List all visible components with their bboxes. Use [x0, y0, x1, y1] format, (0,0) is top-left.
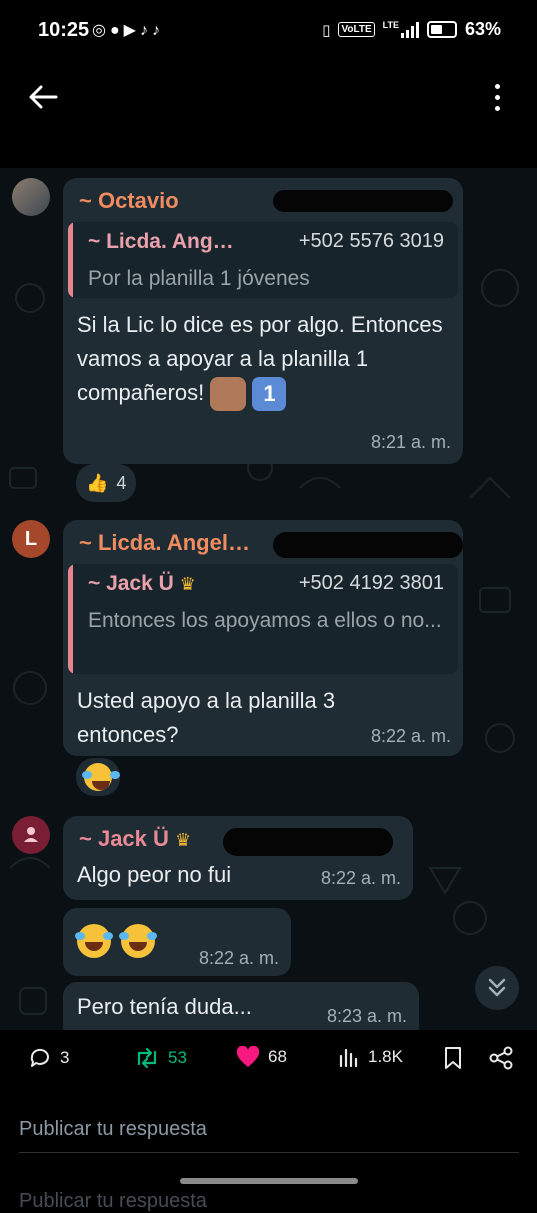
quoted-phone: +502 4192 3801 — [298, 572, 444, 594]
double-chevron-down-icon — [488, 978, 506, 997]
message-text: Pero tenía duda... — [77, 994, 252, 1019]
volte-badge: VoLTE — [338, 22, 375, 37]
avatar-jack[interactable] — [12, 816, 50, 854]
app-bar — [0, 62, 537, 168]
gesture-home-indicator[interactable] — [180, 1178, 358, 1184]
youtube-icon: ▶ — [123, 22, 140, 39]
reaction-chip[interactable] — [76, 758, 120, 796]
whatsapp-icon: ◎ — [92, 22, 110, 39]
message-bubble: Pero tenía duda... 8:23 a. m. — [63, 982, 419, 1030]
signal-icon — [400, 21, 419, 38]
reply-input-placeholder-duplicate: Publicar tu respuesta — [19, 1190, 207, 1212]
message-bubble: ~ Licda. Angel… ~ Jack Ü ♛ +502 4192 380… — [63, 520, 463, 756]
retweet-button[interactable]: 53 — [134, 1046, 187, 1070]
reaction-chip[interactable]: 👍 4 — [76, 464, 137, 502]
status-bar: 10:25 ◎●▶♪♪ ▯ VoLTE LTE 63% — [0, 0, 537, 62]
reaction-count: 4 — [116, 472, 127, 493]
message-bubble: ~ Jack Ü ♛ Algo peor no fui 8:22 a. m. — [63, 816, 413, 900]
message-sender: ~ Jack Ü ♛ — [79, 826, 192, 851]
battery-percent: 63% — [464, 19, 501, 39]
person-icon — [24, 827, 38, 842]
chat-icon: ● — [109, 22, 124, 39]
retweet-count: 53 — [168, 1048, 187, 1067]
message-bubble: ~ Octavio ~ Licda. Ang… +502 5576 3019 P… — [63, 178, 463, 464]
scroll-down-button[interactable] — [475, 966, 519, 1010]
quoted-phone: +502 5576 3019 — [298, 230, 444, 252]
comment-icon — [30, 1048, 49, 1067]
raised-fist-emoji — [210, 377, 247, 412]
keycap-one-emoji: 1 — [252, 377, 287, 412]
message-text: Usted apoyo a la planilla 3 entonces? — [77, 688, 336, 747]
redaction-mark — [223, 828, 393, 856]
views-icon — [339, 1048, 358, 1068]
message-time: 8:21 a. m. — [370, 432, 451, 452]
redaction-mark — [273, 190, 453, 212]
share-icon — [489, 1046, 513, 1070]
message-bubble: 8:22 a. m. — [63, 908, 291, 976]
tweet-action-bar: 3 53 68 1.8K — [0, 1030, 537, 1090]
more-options-icon[interactable] — [493, 84, 501, 114]
message-time: 8:22 a. m. — [320, 868, 401, 888]
crown-emoji: ♛ — [175, 830, 192, 850]
views-button[interactable]: 1.8K — [338, 1046, 403, 1068]
reply-button[interactable]: 3 — [28, 1046, 69, 1070]
views-count: 1.8K — [368, 1047, 403, 1066]
tiktok-icon: ♪ — [139, 22, 152, 39]
notification-icons: ◎●▶♪♪ — [92, 20, 164, 40]
message-time: 8:22 a. m. — [198, 948, 279, 968]
quoted-text: Por la planilla 1 jóvenes — [88, 267, 310, 290]
quoted-message[interactable]: ~ Jack Ü ♛ +502 4192 3801 Entonces los a… — [68, 564, 458, 674]
like-button[interactable]: 68 — [236, 1046, 287, 1068]
quoted-text: Entonces los apoyamos a ellos o no... — [88, 609, 442, 632]
tears-of-joy-emoji — [75, 924, 111, 958]
reply-count: 3 — [60, 1048, 70, 1067]
bookmark-icon — [445, 1047, 461, 1069]
quoted-sender: ~ Jack Ü ♛ — [88, 572, 196, 595]
tiktok-icon-2: ♪ — [151, 22, 164, 39]
heart-icon — [236, 1046, 260, 1067]
quoted-sender: ~ Licda. Ang… — [88, 230, 234, 253]
battery-icon — [426, 21, 457, 38]
message-time: 8:22 a. m. — [370, 726, 451, 746]
crown-emoji: ♛ — [179, 574, 196, 594]
lte-label: LTE — [382, 19, 399, 30]
tears-of-joy-emoji — [119, 924, 156, 958]
retweet-icon — [137, 1047, 157, 1069]
like-count: 68 — [268, 1047, 287, 1066]
tears-of-joy-emoji — [82, 763, 112, 791]
reply-divider — [19, 1152, 519, 1153]
redaction-mark — [273, 532, 463, 558]
message-text: Si la Lic lo dice es por algo. Entonces … — [77, 308, 449, 412]
message-time: 8:23 a. m. — [326, 1006, 407, 1026]
vibrate-icon: ▯ — [322, 21, 331, 39]
quoted-message[interactable]: ~ Licda. Ang… +502 5576 3019 Por la plan… — [68, 222, 458, 298]
back-arrow-icon[interactable] — [26, 80, 60, 114]
avatar-octavio[interactable] — [12, 178, 50, 216]
message-emoji-content — [75, 924, 156, 958]
reply-input-placeholder[interactable]: Publicar tu respuesta — [19, 1118, 207, 1141]
message-sender: ~ Licda. Angel… — [79, 530, 250, 555]
thumbs-up-icon: 👍 — [86, 472, 109, 494]
message-text: Algo peor no fui — [77, 862, 232, 887]
status-time: 10:25 — [38, 19, 90, 41]
status-right: ▯ VoLTE LTE 63% — [322, 19, 501, 40]
chat-screenshot: ~ Octavio ~ Licda. Ang… +502 5576 3019 P… — [0, 168, 537, 1030]
bookmark-button[interactable] — [442, 1046, 464, 1070]
message-sender: ~ Octavio — [79, 188, 179, 213]
share-button[interactable] — [488, 1046, 514, 1070]
avatar-licda[interactable]: L — [12, 520, 50, 558]
